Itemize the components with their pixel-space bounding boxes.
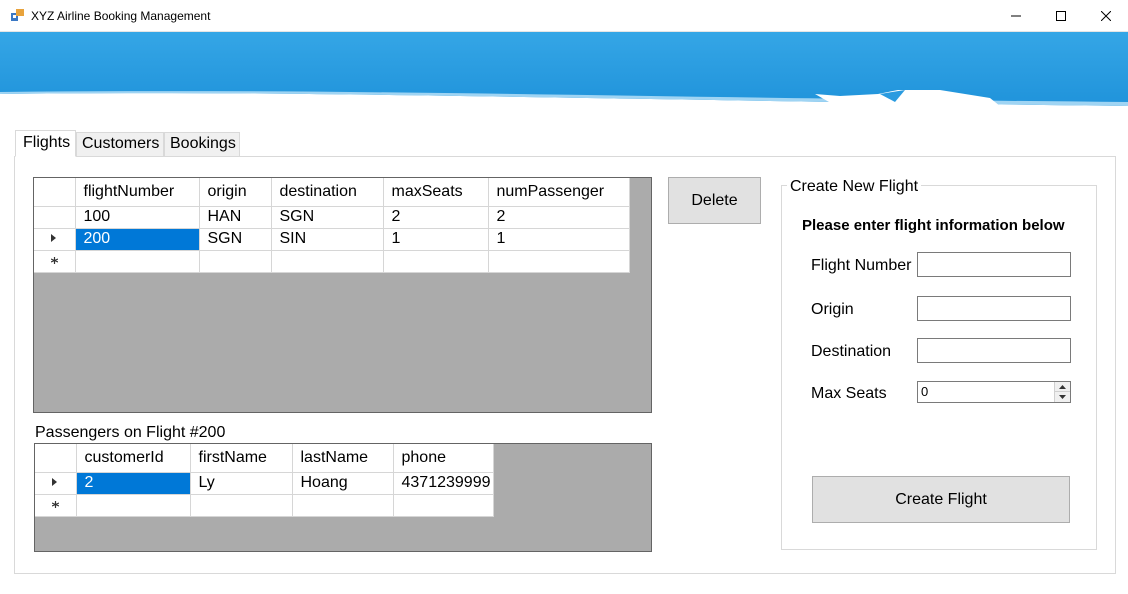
table-cell-selected[interactable]: 200 xyxy=(75,228,200,251)
table-row[interactable]: 100 HAN SGN 2 2 xyxy=(34,206,630,229)
close-button[interactable] xyxy=(1083,0,1128,32)
row-header[interactable] xyxy=(35,472,77,495)
minimize-button[interactable] xyxy=(993,0,1039,32)
table-cell[interactable]: 4371239999 xyxy=(393,472,494,495)
column-header[interactable]: origin xyxy=(199,178,272,207)
table-cell[interactable]: HAN xyxy=(199,206,272,229)
form-instruction: Please enter flight information below xyxy=(802,217,1065,234)
column-header[interactable]: flightNumber xyxy=(75,178,200,207)
window-title: XYZ Airline Booking Management xyxy=(31,9,211,23)
delete-button[interactable]: Delete xyxy=(668,177,761,224)
table-cell[interactable]: SIN xyxy=(271,228,384,251)
max-seats-stepper[interactable]: 0 xyxy=(917,381,1071,403)
new-row-asterisk-icon xyxy=(51,501,59,508)
table-cell[interactable]: SGN xyxy=(271,206,384,229)
passengers-label: Passengers on Flight #200 xyxy=(35,424,226,441)
column-header[interactable]: destination xyxy=(271,178,384,207)
maximize-button[interactable] xyxy=(1038,0,1084,32)
row-header-corner[interactable] xyxy=(34,178,76,207)
column-header[interactable]: customerId xyxy=(76,444,191,473)
title-bar: XYZ Airline Booking Management xyxy=(0,0,1128,32)
table-cell[interactable]: 2 xyxy=(488,206,630,229)
new-row-asterisk-icon xyxy=(50,257,58,264)
table-cell-selected[interactable]: 2 xyxy=(76,472,191,495)
max-seats-value[interactable]: 0 xyxy=(921,384,928,399)
brand-name: XYZ Limited Airline xyxy=(813,113,966,122)
tab-bookings[interactable]: Bookings xyxy=(164,132,240,156)
column-header[interactable]: lastName xyxy=(292,444,394,473)
origin-label: Origin xyxy=(811,301,854,318)
row-header[interactable] xyxy=(34,206,76,229)
group-title: Create New Flight xyxy=(787,178,922,196)
max-seats-label: Max Seats xyxy=(811,385,887,402)
passengers-header-row: customerId firstName lastName phone xyxy=(35,444,494,473)
tab-customers[interactable]: Customers xyxy=(76,132,164,156)
table-cell[interactable]: Ly xyxy=(190,472,293,495)
table-cell[interactable] xyxy=(190,494,293,517)
table-cell[interactable] xyxy=(271,250,384,273)
flights-header-row: flightNumber origin destination maxSeats… xyxy=(34,178,630,207)
tab-flights[interactable]: Flights xyxy=(15,130,76,157)
chevron-up-icon xyxy=(1059,384,1066,389)
table-cell[interactable] xyxy=(292,494,394,517)
new-row[interactable] xyxy=(34,250,630,273)
close-icon xyxy=(1101,11,1111,21)
column-header[interactable]: firstName xyxy=(190,444,293,473)
create-flight-button[interactable]: Create Flight xyxy=(812,476,1070,523)
flight-number-field[interactable] xyxy=(917,252,1071,277)
banner-background xyxy=(0,32,1128,122)
table-cell[interactable] xyxy=(76,494,191,517)
destination-label: Destination xyxy=(811,343,892,360)
table-cell[interactable] xyxy=(199,250,272,273)
destination-field[interactable] xyxy=(917,338,1071,363)
table-cell[interactable]: 1 xyxy=(488,228,630,251)
app-icon xyxy=(11,9,24,21)
row-header-corner[interactable] xyxy=(35,444,77,473)
table-cell[interactable]: Hoang xyxy=(292,472,394,495)
table-cell[interactable] xyxy=(488,250,630,273)
table-row[interactable]: 200 SGN SIN 1 1 xyxy=(34,228,630,251)
stepper-up-button[interactable] xyxy=(1055,382,1070,392)
new-row-header[interactable] xyxy=(34,250,76,273)
minimize-icon xyxy=(1011,15,1021,17)
table-cell[interactable] xyxy=(393,494,494,517)
column-header[interactable]: maxSeats xyxy=(383,178,489,207)
current-row-arrow-icon xyxy=(52,478,58,486)
origin-field[interactable] xyxy=(917,296,1071,321)
table-cell[interactable]: 2 xyxy=(383,206,489,229)
new-row[interactable] xyxy=(35,494,494,517)
passengers-grid[interactable]: customerId firstName lastName phone 2 Ly… xyxy=(34,443,652,552)
row-header[interactable] xyxy=(34,228,76,251)
table-cell[interactable] xyxy=(383,250,489,273)
table-cell[interactable]: SGN xyxy=(199,228,272,251)
table-cell[interactable]: 100 xyxy=(75,206,200,229)
stepper-buttons xyxy=(1054,382,1070,402)
current-row-arrow-icon xyxy=(51,234,57,242)
flights-grid[interactable]: flightNumber origin destination maxSeats… xyxy=(33,177,652,413)
table-row[interactable]: 2 Ly Hoang 4371239999 xyxy=(35,472,494,495)
header-banner: XYZ Limited Airline xyxy=(0,32,1128,122)
chevron-down-icon xyxy=(1059,395,1066,399)
flight-number-label: Flight Number xyxy=(811,257,912,274)
maximize-icon xyxy=(1056,11,1066,21)
column-header[interactable]: phone xyxy=(393,444,494,473)
new-row-header[interactable] xyxy=(35,494,77,517)
stepper-down-button[interactable] xyxy=(1055,392,1070,402)
table-cell[interactable] xyxy=(75,250,200,273)
column-header[interactable]: numPassenger xyxy=(488,178,630,207)
table-cell[interactable]: 1 xyxy=(383,228,489,251)
